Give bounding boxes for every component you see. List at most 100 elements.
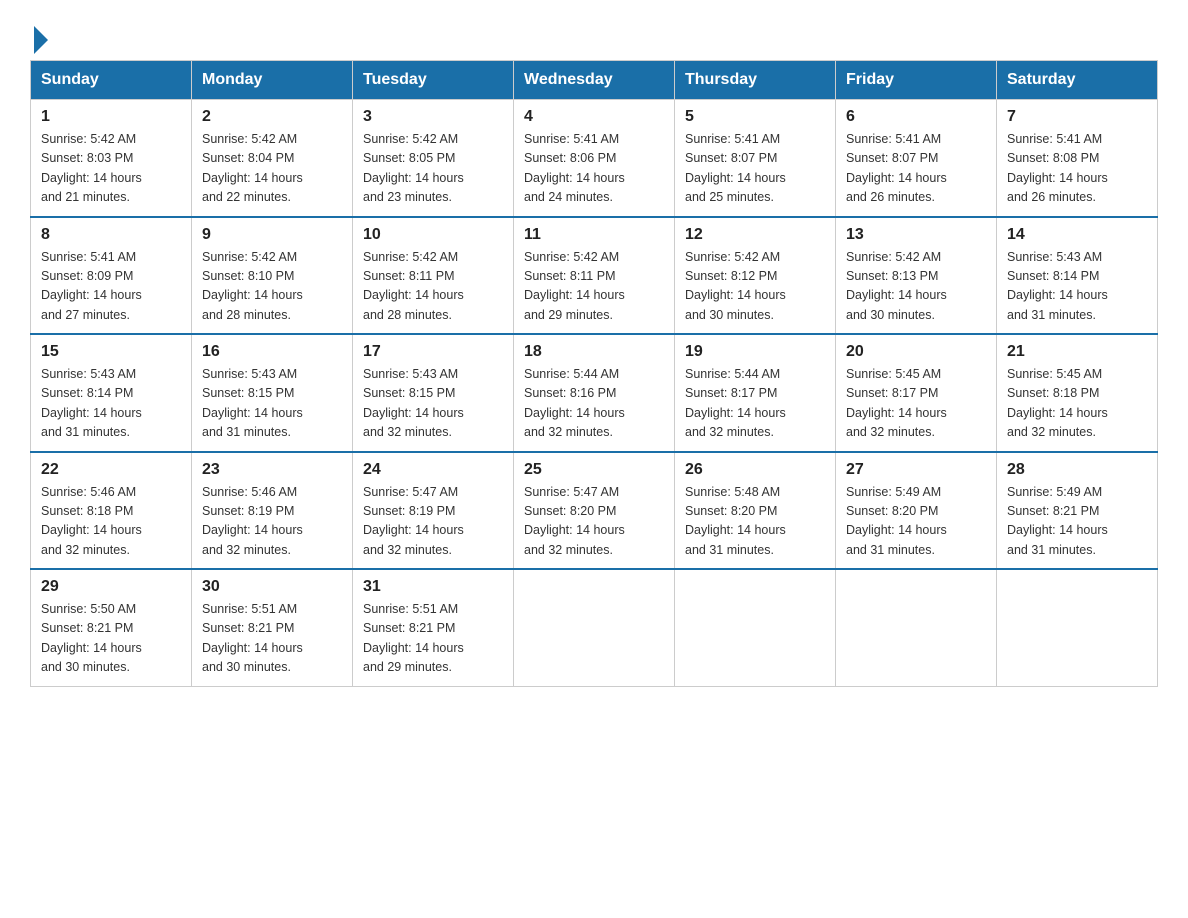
week-row-3: 15 Sunrise: 5:43 AMSunset: 8:14 PMDaylig…	[31, 334, 1158, 452]
day-number: 24	[363, 461, 503, 479]
day-number: 3	[363, 108, 503, 126]
day-cell	[514, 569, 675, 686]
day-cell: 11 Sunrise: 5:42 AMSunset: 8:11 PMDaylig…	[514, 217, 675, 335]
day-cell	[675, 569, 836, 686]
calendar-header-row: SundayMondayTuesdayWednesdayThursdayFrid…	[31, 61, 1158, 100]
day-number: 17	[363, 343, 503, 361]
day-number: 23	[202, 461, 342, 479]
day-info: Sunrise: 5:41 AMSunset: 8:09 PMDaylight:…	[41, 250, 142, 322]
day-info: Sunrise: 5:51 AMSunset: 8:21 PMDaylight:…	[363, 602, 464, 674]
header-thursday: Thursday	[675, 61, 836, 100]
day-number: 16	[202, 343, 342, 361]
day-cell: 16 Sunrise: 5:43 AMSunset: 8:15 PMDaylig…	[192, 334, 353, 452]
day-cell: 31 Sunrise: 5:51 AMSunset: 8:21 PMDaylig…	[353, 569, 514, 686]
day-cell: 26 Sunrise: 5:48 AMSunset: 8:20 PMDaylig…	[675, 452, 836, 570]
day-info: Sunrise: 5:45 AMSunset: 8:18 PMDaylight:…	[1007, 367, 1108, 439]
day-info: Sunrise: 5:47 AMSunset: 8:20 PMDaylight:…	[524, 485, 625, 557]
day-cell: 9 Sunrise: 5:42 AMSunset: 8:10 PMDayligh…	[192, 217, 353, 335]
day-number: 12	[685, 226, 825, 244]
day-cell: 6 Sunrise: 5:41 AMSunset: 8:07 PMDayligh…	[836, 100, 997, 217]
day-cell: 3 Sunrise: 5:42 AMSunset: 8:05 PMDayligh…	[353, 100, 514, 217]
day-number: 21	[1007, 343, 1147, 361]
day-number: 11	[524, 226, 664, 244]
day-cell: 28 Sunrise: 5:49 AMSunset: 8:21 PMDaylig…	[997, 452, 1158, 570]
day-number: 10	[363, 226, 503, 244]
day-cell: 1 Sunrise: 5:42 AMSunset: 8:03 PMDayligh…	[31, 100, 192, 217]
day-number: 8	[41, 226, 181, 244]
day-cell: 12 Sunrise: 5:42 AMSunset: 8:12 PMDaylig…	[675, 217, 836, 335]
day-number: 22	[41, 461, 181, 479]
day-cell: 23 Sunrise: 5:46 AMSunset: 8:19 PMDaylig…	[192, 452, 353, 570]
day-info: Sunrise: 5:42 AMSunset: 8:04 PMDaylight:…	[202, 132, 303, 204]
day-cell: 14 Sunrise: 5:43 AMSunset: 8:14 PMDaylig…	[997, 217, 1158, 335]
day-info: Sunrise: 5:42 AMSunset: 8:10 PMDaylight:…	[202, 250, 303, 322]
day-number: 25	[524, 461, 664, 479]
week-row-2: 8 Sunrise: 5:41 AMSunset: 8:09 PMDayligh…	[31, 217, 1158, 335]
day-info: Sunrise: 5:44 AMSunset: 8:17 PMDaylight:…	[685, 367, 786, 439]
header-tuesday: Tuesday	[353, 61, 514, 100]
logo-arrow-icon	[34, 26, 48, 54]
day-number: 1	[41, 108, 181, 126]
day-info: Sunrise: 5:41 AMSunset: 8:07 PMDaylight:…	[685, 132, 786, 204]
day-cell: 24 Sunrise: 5:47 AMSunset: 8:19 PMDaylig…	[353, 452, 514, 570]
day-info: Sunrise: 5:41 AMSunset: 8:06 PMDaylight:…	[524, 132, 625, 204]
day-info: Sunrise: 5:45 AMSunset: 8:17 PMDaylight:…	[846, 367, 947, 439]
day-cell	[836, 569, 997, 686]
day-number: 5	[685, 108, 825, 126]
day-cell: 27 Sunrise: 5:49 AMSunset: 8:20 PMDaylig…	[836, 452, 997, 570]
logo	[30, 30, 48, 50]
day-cell: 7 Sunrise: 5:41 AMSunset: 8:08 PMDayligh…	[997, 100, 1158, 217]
day-info: Sunrise: 5:50 AMSunset: 8:21 PMDaylight:…	[41, 602, 142, 674]
day-info: Sunrise: 5:46 AMSunset: 8:18 PMDaylight:…	[41, 485, 142, 557]
week-row-1: 1 Sunrise: 5:42 AMSunset: 8:03 PMDayligh…	[31, 100, 1158, 217]
day-cell	[997, 569, 1158, 686]
day-info: Sunrise: 5:43 AMSunset: 8:14 PMDaylight:…	[1007, 250, 1108, 322]
day-number: 14	[1007, 226, 1147, 244]
calendar-table: SundayMondayTuesdayWednesdayThursdayFrid…	[30, 60, 1158, 687]
day-info: Sunrise: 5:41 AMSunset: 8:07 PMDaylight:…	[846, 132, 947, 204]
week-row-5: 29 Sunrise: 5:50 AMSunset: 8:21 PMDaylig…	[31, 569, 1158, 686]
day-cell: 30 Sunrise: 5:51 AMSunset: 8:21 PMDaylig…	[192, 569, 353, 686]
header-friday: Friday	[836, 61, 997, 100]
day-number: 18	[524, 343, 664, 361]
day-number: 27	[846, 461, 986, 479]
day-info: Sunrise: 5:41 AMSunset: 8:08 PMDaylight:…	[1007, 132, 1108, 204]
day-info: Sunrise: 5:43 AMSunset: 8:14 PMDaylight:…	[41, 367, 142, 439]
day-info: Sunrise: 5:42 AMSunset: 8:03 PMDaylight:…	[41, 132, 142, 204]
day-cell: 17 Sunrise: 5:43 AMSunset: 8:15 PMDaylig…	[353, 334, 514, 452]
header-wednesday: Wednesday	[514, 61, 675, 100]
page-header	[30, 20, 1158, 50]
day-info: Sunrise: 5:49 AMSunset: 8:20 PMDaylight:…	[846, 485, 947, 557]
header-monday: Monday	[192, 61, 353, 100]
day-number: 13	[846, 226, 986, 244]
week-row-4: 22 Sunrise: 5:46 AMSunset: 8:18 PMDaylig…	[31, 452, 1158, 570]
day-cell: 29 Sunrise: 5:50 AMSunset: 8:21 PMDaylig…	[31, 569, 192, 686]
day-info: Sunrise: 5:42 AMSunset: 8:11 PMDaylight:…	[363, 250, 464, 322]
day-info: Sunrise: 5:42 AMSunset: 8:11 PMDaylight:…	[524, 250, 625, 322]
day-cell: 4 Sunrise: 5:41 AMSunset: 8:06 PMDayligh…	[514, 100, 675, 217]
day-cell: 20 Sunrise: 5:45 AMSunset: 8:17 PMDaylig…	[836, 334, 997, 452]
day-cell: 18 Sunrise: 5:44 AMSunset: 8:16 PMDaylig…	[514, 334, 675, 452]
day-info: Sunrise: 5:43 AMSunset: 8:15 PMDaylight:…	[363, 367, 464, 439]
day-number: 19	[685, 343, 825, 361]
day-info: Sunrise: 5:42 AMSunset: 8:05 PMDaylight:…	[363, 132, 464, 204]
day-number: 9	[202, 226, 342, 244]
day-cell: 25 Sunrise: 5:47 AMSunset: 8:20 PMDaylig…	[514, 452, 675, 570]
day-cell: 19 Sunrise: 5:44 AMSunset: 8:17 PMDaylig…	[675, 334, 836, 452]
day-number: 15	[41, 343, 181, 361]
day-number: 26	[685, 461, 825, 479]
day-info: Sunrise: 5:44 AMSunset: 8:16 PMDaylight:…	[524, 367, 625, 439]
header-saturday: Saturday	[997, 61, 1158, 100]
day-number: 30	[202, 578, 342, 596]
day-info: Sunrise: 5:42 AMSunset: 8:12 PMDaylight:…	[685, 250, 786, 322]
day-number: 20	[846, 343, 986, 361]
day-cell: 15 Sunrise: 5:43 AMSunset: 8:14 PMDaylig…	[31, 334, 192, 452]
day-cell: 10 Sunrise: 5:42 AMSunset: 8:11 PMDaylig…	[353, 217, 514, 335]
day-number: 2	[202, 108, 342, 126]
day-info: Sunrise: 5:47 AMSunset: 8:19 PMDaylight:…	[363, 485, 464, 557]
day-info: Sunrise: 5:51 AMSunset: 8:21 PMDaylight:…	[202, 602, 303, 674]
day-cell: 22 Sunrise: 5:46 AMSunset: 8:18 PMDaylig…	[31, 452, 192, 570]
day-number: 7	[1007, 108, 1147, 126]
day-info: Sunrise: 5:46 AMSunset: 8:19 PMDaylight:…	[202, 485, 303, 557]
header-sunday: Sunday	[31, 61, 192, 100]
